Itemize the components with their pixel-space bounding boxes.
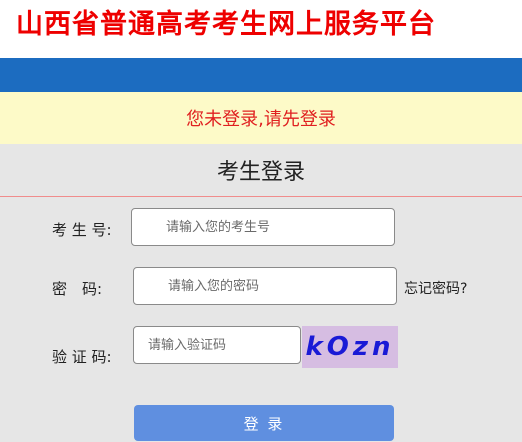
captcha-input[interactable] [133,326,301,364]
site-header: 山西省普通高考考生网上服务平台 [0,0,522,58]
captcha-label: 验 证 码: [52,348,112,366]
login-notice-text: 您未登录,请先登录 [186,109,336,130]
captcha-image[interactable]: kOzn [302,326,398,368]
login-title: 考生登录 [0,144,522,197]
login-panel: 考生登录 考 生 号: 密 码: 忘记密码? 验 证 码: kOzn 登 录 [0,144,522,442]
login-button[interactable]: 登 录 [134,405,394,441]
nav-bar [0,58,522,92]
exam-id-input[interactable] [131,208,395,246]
login-notice: 您未登录,请先登录 [0,92,522,144]
password-label: 密 码: [52,280,103,298]
forgot-password-link[interactable]: 忘记密码? [404,278,467,298]
site-title: 山西省普通高考考生网上服务平台 [16,9,436,40]
password-input[interactable] [133,267,397,305]
exam-id-label: 考 生 号: [52,221,112,239]
